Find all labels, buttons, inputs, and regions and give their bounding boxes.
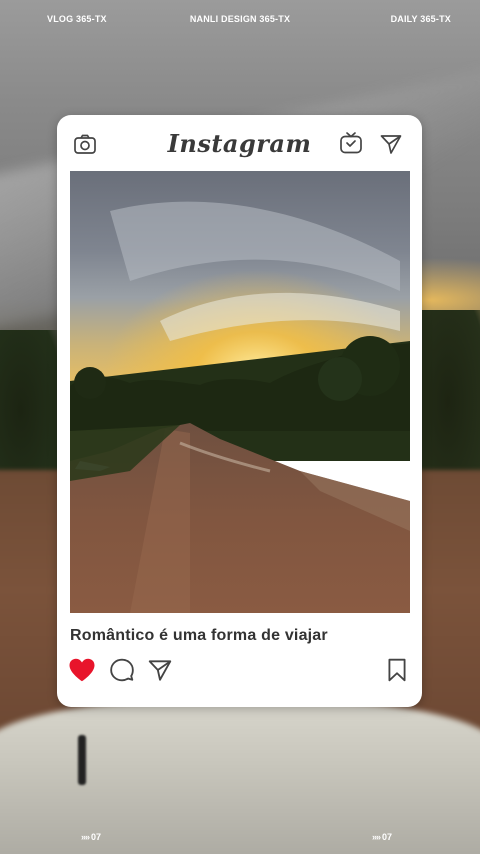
double-chevron-icon: »» <box>81 832 90 842</box>
igtv-icon[interactable] <box>339 131 363 155</box>
bottom-marker-right: »» 07 <box>372 832 393 842</box>
post-card: Instagram Romântico é uma forma de viaja… <box>57 115 422 707</box>
bookmark-icon[interactable] <box>384 657 410 683</box>
post-header: Instagram <box>57 115 422 173</box>
post-photo <box>70 171 410 613</box>
post-caption: Romântico é uma forma de viajar <box>70 627 328 644</box>
comment-icon[interactable] <box>109 657 135 683</box>
send-icon[interactable] <box>379 132 403 156</box>
heart-icon[interactable] <box>67 655 97 685</box>
instagram-logo: Instagram <box>167 129 312 158</box>
top-label-right: DAILY 365-TX <box>390 14 451 24</box>
bottom-marker-left: »» 07 <box>81 832 102 842</box>
share-send-icon[interactable] <box>147 657 173 683</box>
double-chevron-icon: »» <box>372 832 381 842</box>
